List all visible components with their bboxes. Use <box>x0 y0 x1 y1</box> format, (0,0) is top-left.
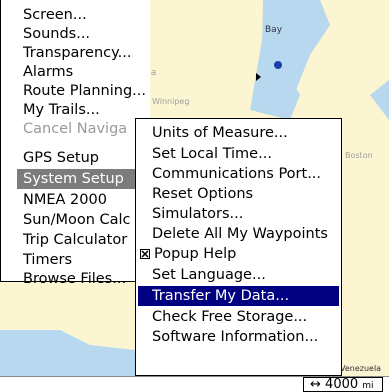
scale-unit: mi <box>362 381 374 391</box>
menu-item-gps-setup[interactable]: GPS Setup <box>23 148 99 168</box>
horizontal-double-arrow-icon: ↔ <box>310 377 321 392</box>
checkbox-checked-icon[interactable] <box>140 249 150 259</box>
submenu-item-simulators[interactable]: Simulators... <box>152 204 243 224</box>
status-bar: ↔ 4000 mi <box>0 376 389 392</box>
system-setup-submenu: Units of Measure... Set Local Time... Co… <box>135 118 342 376</box>
map-lake-1 <box>274 61 282 69</box>
submenu-item-units-of-measure[interactable]: Units of Measure... <box>152 123 288 143</box>
menu-item-timers[interactable]: Timers <box>23 250 72 270</box>
menu-item-nmea-2000[interactable]: NMEA 2000 <box>23 190 107 210</box>
map-label-winnipeg: Winnipeg <box>152 97 189 106</box>
menu-item-system-setup[interactable]: System Setup <box>23 169 124 189</box>
map-label-boston: Boston <box>345 151 373 160</box>
submenu-item-set-language[interactable]: Set Language... <box>152 265 266 285</box>
map-label-venezuela: Venezuela <box>340 364 381 373</box>
submenu-item-popup-help[interactable]: Popup Help <box>154 244 236 264</box>
submenu-item-set-local-time[interactable]: Set Local Time... <box>152 144 272 164</box>
submenu-arrow-icon <box>256 73 261 81</box>
menu-item-sounds[interactable]: Sounds... <box>23 24 90 44</box>
submenu-item-communications-port[interactable]: Communications Port... <box>152 164 321 184</box>
submenu-item-reset-options[interactable]: Reset Options <box>152 184 253 204</box>
menu-item-trip-calculator[interactable]: Trip Calculator <box>23 230 127 250</box>
submenu-item-transfer-my-data[interactable]: Transfer My Data... <box>152 286 289 306</box>
menu-item-my-trails[interactable]: My Trails... <box>23 100 100 120</box>
menu-item-screen[interactable]: Screen... <box>23 5 87 25</box>
main-menu: Screen... Sounds... Transparency... Alar… <box>0 0 151 287</box>
scale-value: 4000 <box>325 377 359 392</box>
menu-item-route-planning[interactable]: Route Planning... <box>23 81 146 101</box>
menu-item-browse-files[interactable]: Browse Files... <box>23 269 126 289</box>
menu-item-sun-moon-calc[interactable]: Sun/Moon Calc <box>23 210 131 230</box>
map-scale-indicator: ↔ 4000 mi <box>303 377 383 392</box>
menu-item-transparency[interactable]: Transparency... <box>23 43 131 63</box>
submenu-item-check-free-storage[interactable]: Check Free Storage... <box>152 307 307 327</box>
menu-item-alarms[interactable]: Alarms <box>23 62 73 82</box>
submenu-item-delete-all-waypoints[interactable]: Delete All My Waypoints <box>152 224 328 244</box>
map-label-bay: Bay <box>265 25 283 35</box>
menu-item-cancel-navigation: Cancel Naviga <box>23 121 128 137</box>
gps-screen: Bay Canada Winnipeg Boston Venezuela Scr… <box>0 0 389 392</box>
submenu-item-software-information[interactable]: Software Information... <box>152 327 318 347</box>
